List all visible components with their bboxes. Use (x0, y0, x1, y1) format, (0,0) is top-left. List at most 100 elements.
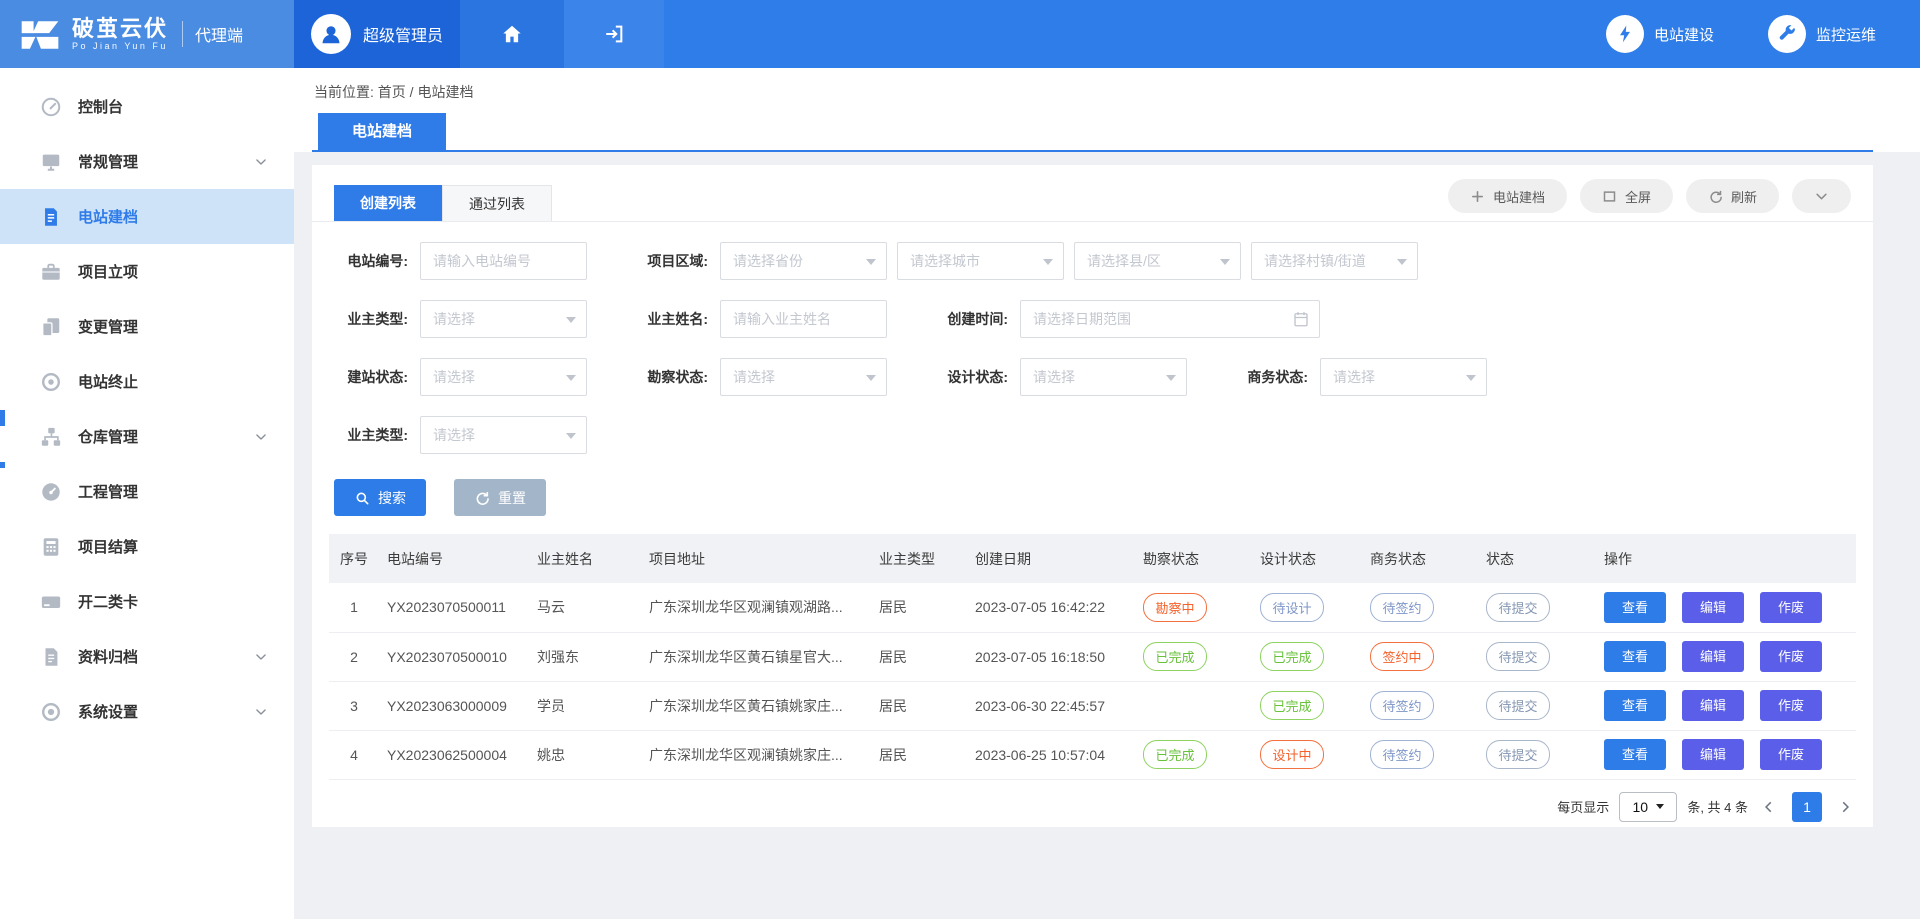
filter-select[interactable]: 请选择 (1320, 358, 1487, 396)
column-header-0: 序号 (329, 534, 379, 583)
column-header-6: 勘察状态 (1135, 534, 1252, 583)
view-button[interactable]: 查看 (1604, 739, 1666, 770)
filter-input[interactable]: 请输入业主姓名 (720, 300, 887, 338)
filter-label: 业主类型: (334, 425, 408, 445)
list-tab-1[interactable]: 通过列表 (442, 185, 552, 221)
filter-row-1: 业主类型:请选择业主姓名:请输入业主姓名创建时间:请选择日期范围 (334, 300, 1851, 338)
column-header-9: 状态 (1478, 534, 1596, 583)
edit-button[interactable]: 编辑 (1682, 739, 1744, 770)
page-number-button[interactable]: 1 (1792, 792, 1822, 822)
placeholder-text: 请选择 (433, 309, 475, 329)
view-button[interactable]: 查看 (1604, 592, 1666, 623)
view-button[interactable]: 查看 (1604, 690, 1666, 721)
sidebar-item-general-management[interactable]: 常规管理 (0, 134, 294, 189)
status-badge: 待签约 (1370, 740, 1434, 769)
breadcrumb: 当前位置: 首页 / 电站建档 (294, 68, 1920, 102)
filter-select[interactable]: 请选择 (420, 416, 587, 454)
sidebar-item-warehouse[interactable]: 仓库管理 (0, 409, 294, 464)
status-badge: 待签约 (1370, 691, 1434, 720)
app-root: 破茧云伏 Po Jian Yun Fu 代理端 超级管理员 电站建设监控运维 (0, 0, 1920, 919)
user-avatar-icon (311, 14, 351, 54)
document-icon (40, 206, 62, 228)
sidebar-item-archives[interactable]: 资料归档 (0, 629, 294, 684)
page-tab[interactable]: 电站建档 (318, 113, 446, 150)
sidebar-item-change-management[interactable]: 变更管理 (0, 299, 294, 354)
view-button[interactable]: 查看 (1604, 641, 1666, 672)
created-date-cell: 2023-06-30 22:45:57 (967, 681, 1135, 730)
date-range-input[interactable]: 请选择日期范围 (1020, 300, 1320, 338)
search-button[interactable]: 搜索 (334, 479, 426, 516)
filter-select[interactable]: 请选择 (1020, 358, 1187, 396)
content: 当前位置: 首页 / 电站建档 电站建档 创建列表通过列表 电站建档全屏刷新 电… (294, 68, 1920, 919)
toolbar-plus-button[interactable]: 电站建档 (1448, 179, 1567, 213)
tab-underline (312, 150, 1873, 152)
panel-card: 创建列表通过列表 电站建档全屏刷新 电站编号:请输入电站编号项目区域:请选择省份… (312, 165, 1873, 827)
sidebar-item-type2-card[interactable]: 开二类卡 (0, 574, 294, 629)
sidebar-item-label: 资料归档 (78, 646, 138, 667)
void-button[interactable]: 作废 (1760, 592, 1822, 623)
sidebar-item-project-initiation[interactable]: 项目立项 (0, 244, 294, 299)
void-button[interactable]: 作废 (1760, 690, 1822, 721)
station-no-cell: YX2023063000009 (379, 681, 529, 730)
created-date-cell: 2023-06-25 10:57:04 (967, 730, 1135, 779)
void-button[interactable]: 作废 (1760, 739, 1822, 770)
status-cell: 待提交 (1478, 681, 1596, 730)
copy-icon (40, 316, 62, 338)
toolbar-refresh-button[interactable]: 刷新 (1686, 179, 1779, 213)
reset-button[interactable]: 重置 (454, 479, 546, 516)
filter-select[interactable]: 请选择 (420, 358, 587, 396)
sidebar-item-project-settlement[interactable]: 项目结算 (0, 519, 294, 574)
data-table-wrap: 序号电站编号业主姓名项目地址业主类型创建日期勘察状态设计状态商务状态状态操作 1… (329, 534, 1856, 780)
next-page-button[interactable] (1834, 792, 1856, 822)
sidebar-item-label: 开二类卡 (78, 591, 138, 612)
filter-select[interactable]: 请选择村镇/街道 (1251, 242, 1418, 280)
edit-button[interactable]: 编辑 (1682, 641, 1744, 672)
design-status-cell: 设计中 (1252, 730, 1362, 779)
owner-type-cell: 居民 (871, 730, 967, 779)
pagination: 每页显示 10 条, 共 4 条 1 (312, 780, 1873, 822)
sidebar-item-station-filing[interactable]: 电站建档 (0, 189, 294, 244)
total-label: 条, 共 4 条 (1687, 797, 1748, 816)
business-status-cell: 签约中 (1362, 632, 1478, 681)
edit-button[interactable]: 编辑 (1682, 592, 1744, 623)
sidebar-scrollbar-thumb[interactable] (0, 462, 5, 468)
sidebar-item-system-settings[interactable]: 系统设置 (0, 684, 294, 739)
filter-input[interactable]: 请输入电站编号 (420, 242, 587, 280)
column-header-5: 创建日期 (967, 534, 1135, 583)
home-button[interactable] (460, 0, 564, 68)
edit-button[interactable]: 编辑 (1682, 690, 1744, 721)
quick-link-bolt[interactable]: 电站建设 (1606, 15, 1714, 53)
sidebar-scrollbar-thumb[interactable] (0, 410, 5, 426)
logout-button[interactable] (564, 0, 664, 68)
void-button[interactable]: 作废 (1760, 641, 1822, 672)
sidebar-item-station-termination[interactable]: 电站终止 (0, 354, 294, 409)
filter-select[interactable]: 请选择省份 (720, 242, 887, 280)
status-badge: 设计中 (1260, 740, 1324, 769)
filter-label: 商务状态: (1234, 367, 1308, 387)
prev-page-button[interactable] (1758, 792, 1780, 822)
toolbar-fullscreen-button[interactable]: 全屏 (1580, 179, 1673, 213)
per-page-select[interactable]: 10 (1619, 792, 1677, 822)
sidebar-item-label: 常规管理 (78, 151, 138, 172)
brand-subtitle: Po Jian Yun Fu (72, 41, 168, 51)
quick-link-wrench[interactable]: 监控运维 (1768, 15, 1876, 53)
created-date-cell: 2023-07-05 16:18:50 (967, 632, 1135, 681)
row-index: 1 (329, 583, 379, 632)
sidebar-item-label: 工程管理 (78, 481, 138, 502)
user-menu[interactable]: 超级管理员 (294, 0, 460, 68)
filter-label: 项目区域: (634, 251, 708, 271)
project-address-cell: 广东深圳龙华区黄石镇姚家庄... (641, 681, 871, 730)
sidebar-item-engineering[interactable]: 工程管理 (0, 464, 294, 519)
toolbar-chevron-down-button[interactable] (1792, 179, 1851, 213)
breadcrumb-path[interactable]: 首页 / 电站建档 (378, 84, 474, 100)
actions-cell: 查看编辑作废 (1596, 681, 1856, 730)
filter-select[interactable]: 请选择县/区 (1074, 242, 1241, 280)
design-status-cell: 已完成 (1252, 632, 1362, 681)
filter-select[interactable]: 请选择 (720, 358, 887, 396)
sidebar-item-console[interactable]: 控制台 (0, 79, 294, 134)
list-tab-0[interactable]: 创建列表 (334, 185, 442, 221)
breadcrumb-label: 当前位置: (314, 84, 374, 100)
filter-select[interactable]: 请选择 (420, 300, 587, 338)
filter-select[interactable]: 请选择城市 (897, 242, 1064, 280)
select-caret-icon (1220, 259, 1230, 265)
